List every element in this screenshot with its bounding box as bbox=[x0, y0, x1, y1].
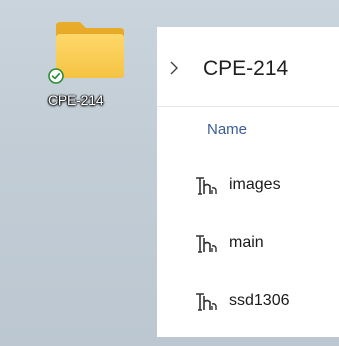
list-item[interactable]: images bbox=[157, 166, 339, 206]
file-icon bbox=[196, 177, 217, 195]
sync-check-icon bbox=[48, 68, 64, 84]
file-icon bbox=[196, 235, 217, 253]
breadcrumb: CPE-214 bbox=[157, 27, 339, 107]
column-header-name[interactable]: Name bbox=[207, 121, 247, 138]
file-icon bbox=[196, 293, 217, 311]
desktop-folder-shortcut[interactable]: CPE-214 bbox=[44, 12, 144, 122]
file-list: Name images main ssd1306 bbox=[157, 108, 339, 337]
file-name: main bbox=[229, 234, 264, 251]
desktop-folder-label: CPE-214 bbox=[48, 92, 104, 108]
explorer-panel: CPE-214 Name images main ssd1306 bbox=[157, 27, 339, 337]
file-name: images bbox=[229, 176, 281, 193]
list-item[interactable]: ssd1306 bbox=[157, 282, 339, 322]
chevron-right-icon[interactable] bbox=[169, 61, 179, 75]
folder-icon bbox=[56, 22, 124, 78]
breadcrumb-current[interactable]: CPE-214 bbox=[203, 57, 288, 81]
file-name: ssd1306 bbox=[229, 292, 290, 309]
list-item[interactable]: main bbox=[157, 224, 339, 264]
